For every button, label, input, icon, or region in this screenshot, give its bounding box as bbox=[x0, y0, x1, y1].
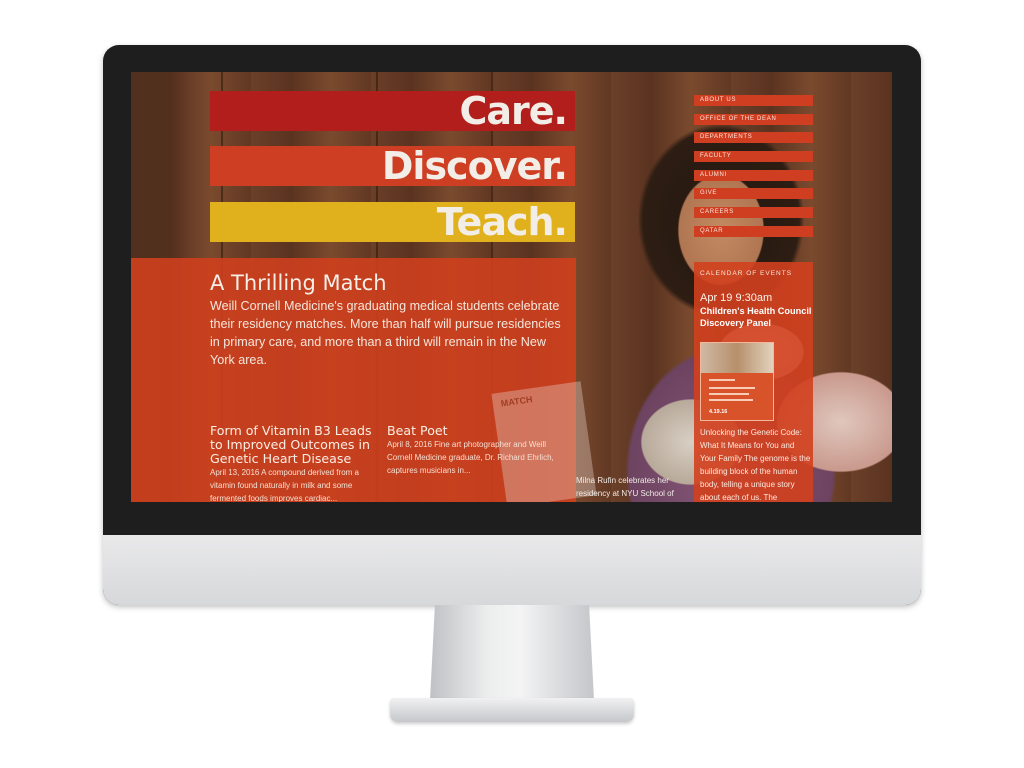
story-summary-beat-poet: April 8, 2016 Fine art photographer and … bbox=[387, 440, 554, 475]
monitor-stand bbox=[430, 605, 594, 700]
nav-item-faculty[interactable]: FACULTY bbox=[694, 151, 813, 163]
event-thumbnail-text-line bbox=[709, 387, 755, 389]
feature-headline[interactable]: A Thrilling Match bbox=[210, 271, 387, 295]
event-date: Apr 19 9:30am bbox=[700, 292, 773, 304]
feature-summary: Weill Cornell Medicine's graduating medi… bbox=[210, 299, 561, 367]
nav-item-office-of-the-dean[interactable]: OFFICE OF THE DEAN bbox=[694, 113, 813, 125]
website-screen: Care. Discover. Teach. MATCH A Thrilling… bbox=[131, 72, 892, 502]
event-thumbnail[interactable]: 4.19.16 bbox=[700, 342, 774, 421]
calendar-heading[interactable]: CALENDAR OF EVENTS bbox=[700, 270, 792, 277]
event-thumbnail-date: 4.19.16 bbox=[709, 409, 728, 415]
event-thumbnail-text-line bbox=[709, 393, 749, 395]
tagline-discover: Discover. bbox=[381, 144, 568, 188]
story-summary-vitamin-b3: April 13, 2016 A compound derived from a… bbox=[210, 468, 359, 502]
event-thumbnail-photo bbox=[701, 343, 773, 373]
calendar-panel: CALENDAR OF EVENTS Apr 19 9:30am Childre… bbox=[694, 262, 813, 502]
tagline-bar-discover: Discover. bbox=[210, 144, 575, 188]
tagline-teach: Teach. bbox=[436, 200, 568, 244]
photo-caption: Milna Rufin celebrates her residency at … bbox=[576, 476, 674, 498]
nav-item-qatar[interactable]: QATAR bbox=[694, 225, 813, 237]
story-title-vitamin-b3[interactable]: Form of Vitamin B3 Leads to Improved Out… bbox=[210, 424, 375, 466]
story-title-beat-poet[interactable]: Beat Poet bbox=[387, 424, 552, 438]
tagline-bar-teach: Teach. bbox=[210, 200, 575, 244]
tagline-care: Care. bbox=[459, 89, 568, 133]
nav-item-alumni[interactable]: ALUMNI bbox=[694, 169, 813, 181]
event-thumbnail-text-line bbox=[709, 379, 735, 381]
tagline-bar-care: Care. bbox=[210, 89, 575, 133]
event-thumbnail-text-line bbox=[709, 399, 753, 401]
match-letter-label: MATCH bbox=[500, 394, 534, 409]
monitor-chin bbox=[103, 535, 921, 605]
nav-item-departments[interactable]: DEPARTMENTS bbox=[694, 132, 813, 144]
nav-item-careers[interactable]: CAREERS bbox=[694, 207, 813, 219]
monitor-stand-base bbox=[390, 698, 634, 722]
nav-item-give[interactable]: GIVE bbox=[694, 188, 813, 200]
event-title[interactable]: Children's Health Council Discovery Pane… bbox=[700, 305, 812, 329]
main-navigation: ABOUT US OFFICE OF THE DEAN DEPARTMENTS … bbox=[694, 95, 813, 245]
event-description: Unlocking the Genetic Code: What It Mean… bbox=[700, 428, 811, 502]
nav-item-about-us[interactable]: ABOUT US bbox=[694, 95, 813, 106]
